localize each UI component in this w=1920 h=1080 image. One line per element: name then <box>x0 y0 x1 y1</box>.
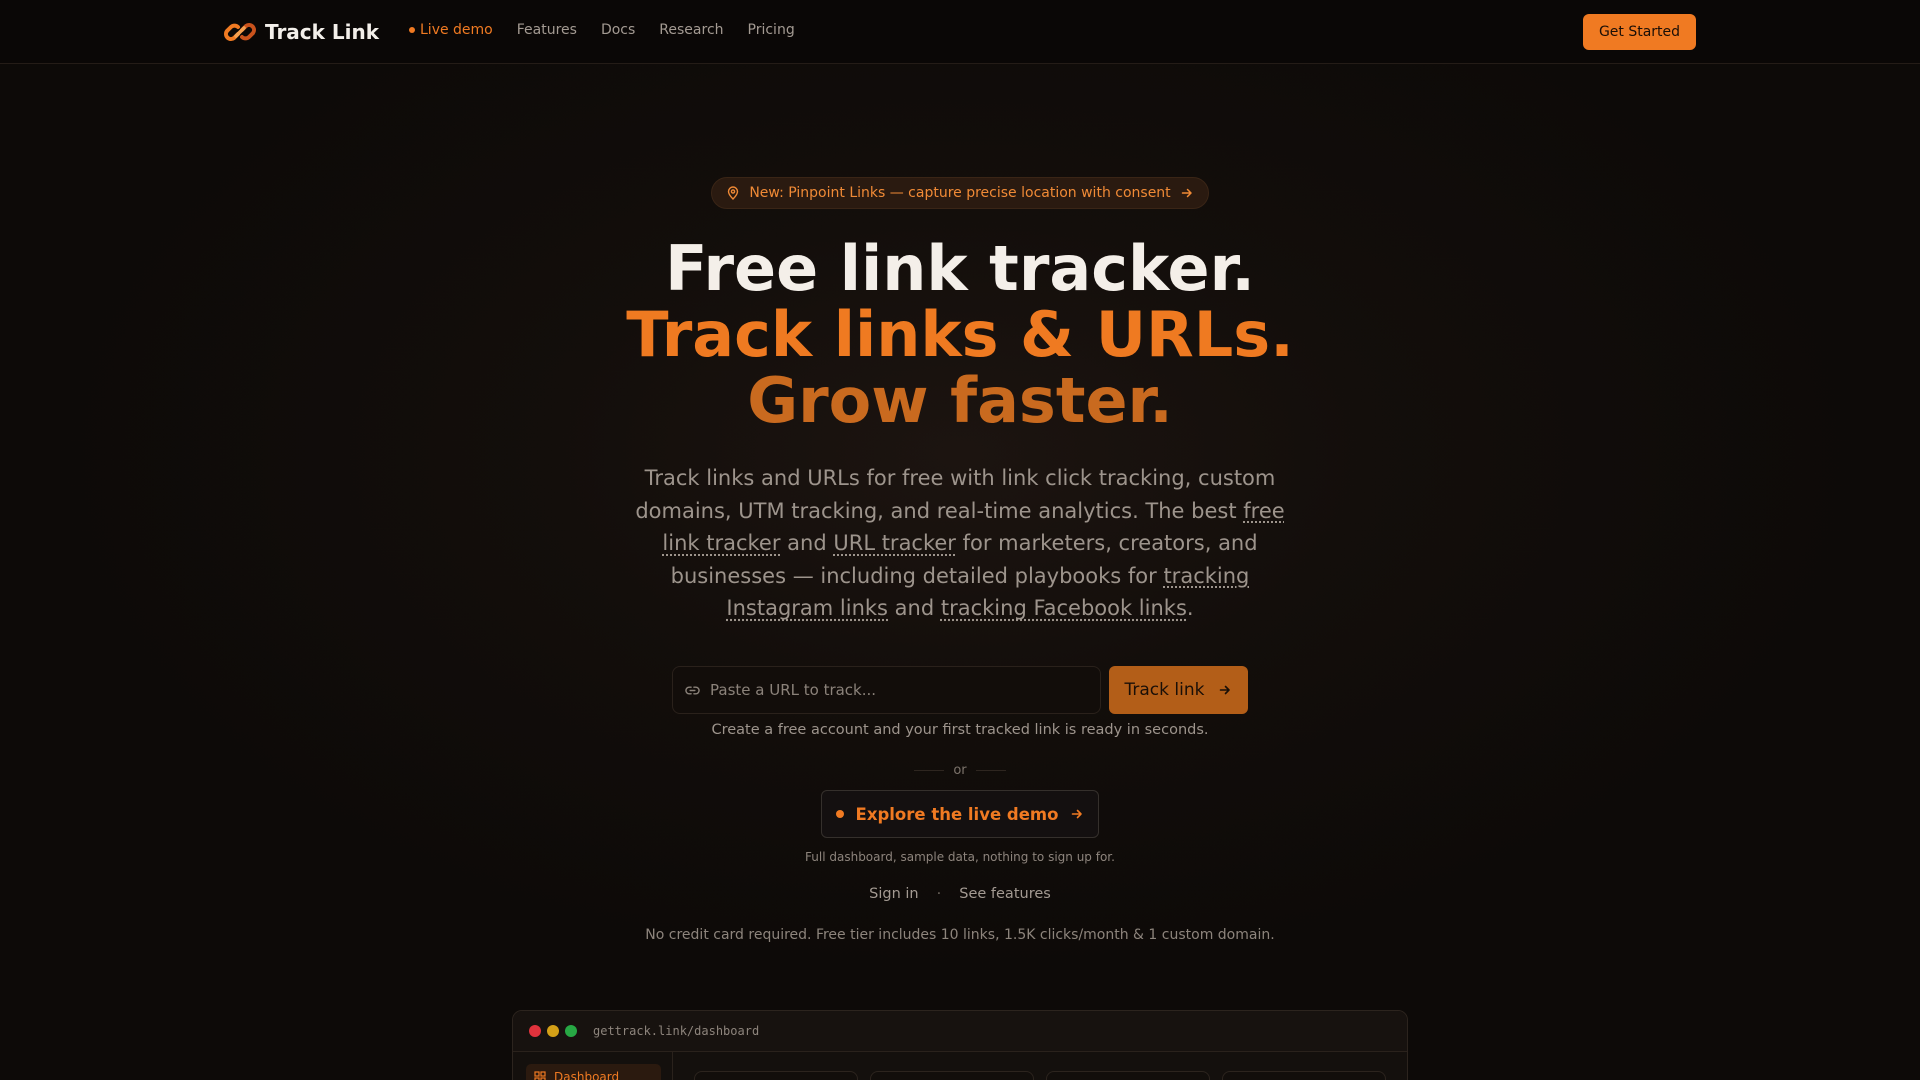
stat-card <box>1222 1071 1386 1080</box>
url-input-container[interactable] <box>672 666 1101 714</box>
link-icon <box>685 686 700 694</box>
close-dot-icon <box>529 1025 541 1037</box>
demo-helper-text: Full dashboard, sample data, nothing to … <box>805 850 1115 864</box>
divider-line <box>914 769 944 771</box>
url-tracker-link[interactable]: URL tracker <box>833 531 956 555</box>
nav-link-research[interactable]: Research <box>659 22 723 38</box>
brand-name: Track Link <box>265 20 380 44</box>
url-input[interactable] <box>710 681 1090 699</box>
brand-logo[interactable]: Track Link <box>223 15 379 49</box>
preview-sidebar: Dashboard <box>513 1052 673 1080</box>
or-divider: or <box>914 760 1006 780</box>
hero-headline: Free link tracker. Track links & URLs. G… <box>0 236 1920 434</box>
or-label: or <box>953 762 967 778</box>
nav-link-label: Live demo <box>420 22 493 38</box>
separator-dot: · <box>936 886 942 902</box>
sign-in-link[interactable]: Sign in <box>869 886 918 902</box>
nav-link-features[interactable]: Features <box>517 22 577 38</box>
top-nav: Track Link Live demo Features Docs Resea… <box>0 0 1920 64</box>
browser-bar: gettrack.link/dashboard <box>513 1011 1407 1052</box>
map-pin-icon <box>728 186 739 200</box>
explore-demo-label: Explore the live demo <box>855 804 1059 824</box>
nav-link-pricing[interactable]: Pricing <box>748 22 795 38</box>
stat-card <box>694 1071 858 1080</box>
dashboard-preview: gettrack.link/dashboard Dashboard <box>512 1010 1408 1080</box>
subtext-part: Track links and URLs for free with link … <box>635 466 1276 523</box>
subtext-part: and <box>780 531 834 555</box>
headline-line-1: Free link tracker. <box>665 232 1255 305</box>
explore-demo-button[interactable]: Explore the live demo <box>821 790 1099 838</box>
auth-links: Sign in · See features <box>0 886 1920 902</box>
live-dot-icon <box>835 810 844 818</box>
arrow-right-icon <box>1181 188 1192 198</box>
see-features-link[interactable]: See features <box>959 886 1051 902</box>
track-link-label: Track link <box>1124 680 1205 700</box>
subtext-part: . <box>1186 596 1194 620</box>
arrow-right-icon <box>1072 809 1083 819</box>
maximize-dot-icon <box>565 1025 577 1037</box>
nav-links: Live demo Features Docs Research Pricing <box>409 22 819 38</box>
divider-line <box>976 769 1006 771</box>
facebook-links-link[interactable]: tracking Facebook links <box>941 596 1187 620</box>
live-dot-icon <box>409 27 415 33</box>
stat-card <box>870 1071 1034 1080</box>
track-link-button[interactable]: Track link <box>1109 666 1248 714</box>
nav-link-docs[interactable]: Docs <box>601 22 635 38</box>
get-started-button[interactable]: Get Started <box>1583 14 1696 50</box>
minimize-dot-icon <box>547 1025 559 1037</box>
arrow-right-icon <box>1220 685 1231 695</box>
tracker-helper-text: Create a free account and your first tra… <box>711 722 1209 738</box>
nav-link-live-demo[interactable]: Live demo <box>409 22 493 38</box>
chain-link-icon <box>224 23 256 41</box>
fine-print: No credit card required. Free tier inclu… <box>645 927 1275 943</box>
announcement-pill[interactable]: New: Pinpoint Links — capture precise lo… <box>711 177 1209 209</box>
sidebar-item-label: Dashboard <box>554 1070 620 1080</box>
dashboard-grid-icon <box>534 1071 546 1080</box>
sidebar-item-dashboard: Dashboard <box>526 1064 661 1080</box>
stat-card <box>1046 1071 1210 1080</box>
subtext-part: and <box>888 596 941 620</box>
headline-line-3: Grow faster. <box>747 364 1173 437</box>
announcement-text: New: Pinpoint Links — capture precise lo… <box>749 185 1171 201</box>
hero-subtext: Track links and URLs for free with link … <box>620 462 1300 625</box>
headline-line-2: Track links & URLs. <box>626 298 1294 371</box>
preview-url: gettrack.link/dashboard <box>593 1024 760 1038</box>
